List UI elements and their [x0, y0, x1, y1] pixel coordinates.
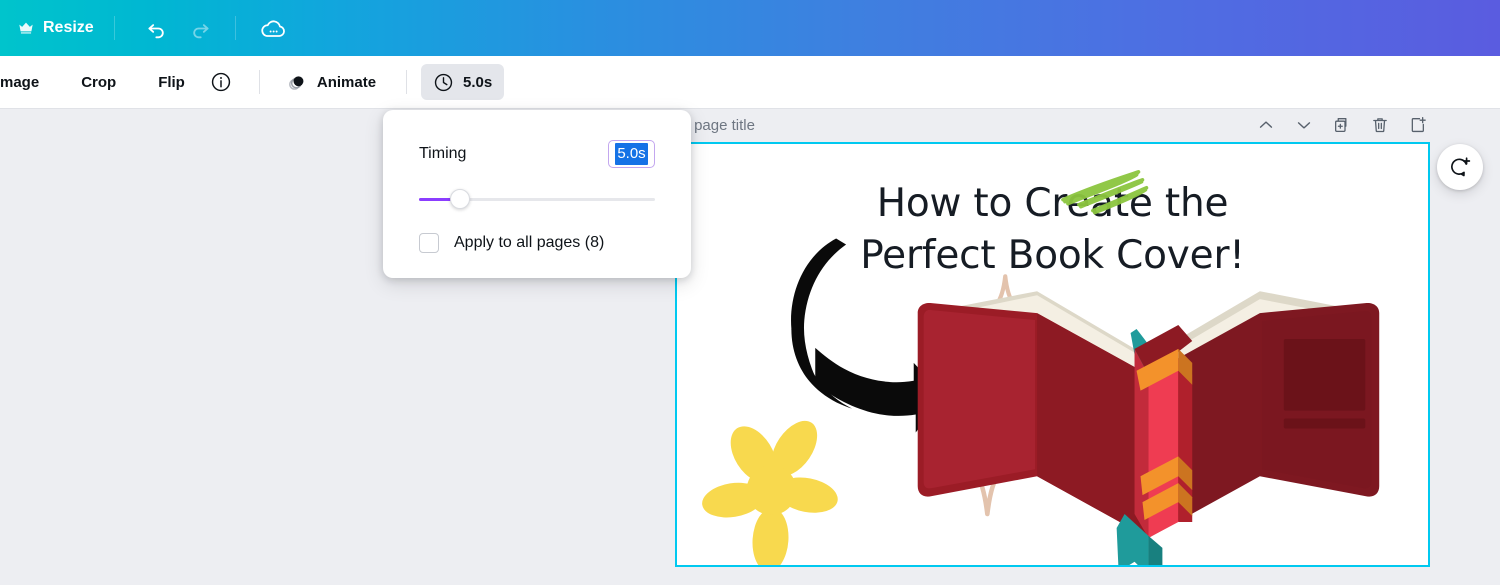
info-button[interactable] [201, 64, 241, 100]
apply-to-all-pages-label: Apply to all pages (8) [454, 234, 604, 252]
animate-icon [286, 71, 308, 93]
header-divider-2 [235, 16, 236, 40]
timing-label: Timing [419, 145, 466, 163]
canvas-artwork [677, 144, 1428, 567]
top-header-bar: Resize [0, 0, 1500, 56]
flip-button[interactable]: Flip [146, 64, 197, 100]
trash-icon[interactable] [1366, 111, 1394, 139]
resize-button-label: Resize [43, 19, 94, 37]
timing-slider[interactable] [419, 189, 655, 209]
crown-icon [18, 20, 34, 36]
canva-editor-window: Resize [0, 0, 1500, 585]
header-divider-1 [114, 16, 115, 40]
object-toolbar: mage Crop Flip [0, 56, 1500, 108]
toolbar-divider-2 [406, 70, 407, 94]
timing-button[interactable]: 5.0s [421, 64, 504, 100]
apply-to-all-pages-checkbox[interactable] [419, 233, 439, 253]
flip-label: Flip [158, 74, 185, 91]
clock-icon [433, 72, 454, 93]
page-actions [1252, 108, 1432, 142]
apply-all-row[interactable]: Apply to all pages (8) [419, 233, 655, 253]
animate-button[interactable]: Animate [274, 64, 388, 100]
timing-row: Timing 5.0s [419, 140, 655, 168]
timing-duration-value: 5.0s [615, 143, 647, 165]
timing-button-label: 5.0s [463, 74, 492, 91]
timing-duration-input[interactable]: 5.0s [608, 140, 655, 168]
duplicate-icon[interactable] [1328, 111, 1356, 139]
toolbar-divider-1 [259, 70, 260, 94]
redo-icon[interactable] [179, 8, 223, 48]
edit-image-label: mage [0, 74, 39, 91]
green-scribble-doodle [1063, 172, 1147, 213]
add-comment-icon [1448, 155, 1472, 179]
add-page-icon[interactable] [1404, 111, 1432, 139]
undo-icon[interactable] [135, 8, 179, 48]
design-canvas[interactable]: How to Create the Perfect Book Cover! [675, 142, 1430, 567]
info-icon [210, 71, 232, 93]
page-header: age 6 - Add page title [610, 108, 1440, 142]
chevron-up-icon[interactable] [1252, 111, 1280, 139]
slider-thumb[interactable] [450, 189, 470, 209]
animate-label: Animate [317, 74, 376, 91]
resize-button[interactable]: Resize [0, 10, 108, 46]
history-controls [135, 8, 223, 48]
cloud-saving-icon[interactable] [252, 8, 296, 48]
chevron-down-icon[interactable] [1290, 111, 1318, 139]
crop-button[interactable]: Crop [69, 64, 128, 100]
edit-image-button[interactable]: mage [0, 64, 51, 100]
crop-label: Crop [81, 74, 116, 91]
add-comment-button[interactable] [1437, 144, 1483, 190]
open-book-illustration [918, 291, 1380, 567]
yellow-flower-doodle [700, 413, 841, 567]
timing-popup: Timing 5.0s Apply to all pages (8) [383, 110, 691, 278]
